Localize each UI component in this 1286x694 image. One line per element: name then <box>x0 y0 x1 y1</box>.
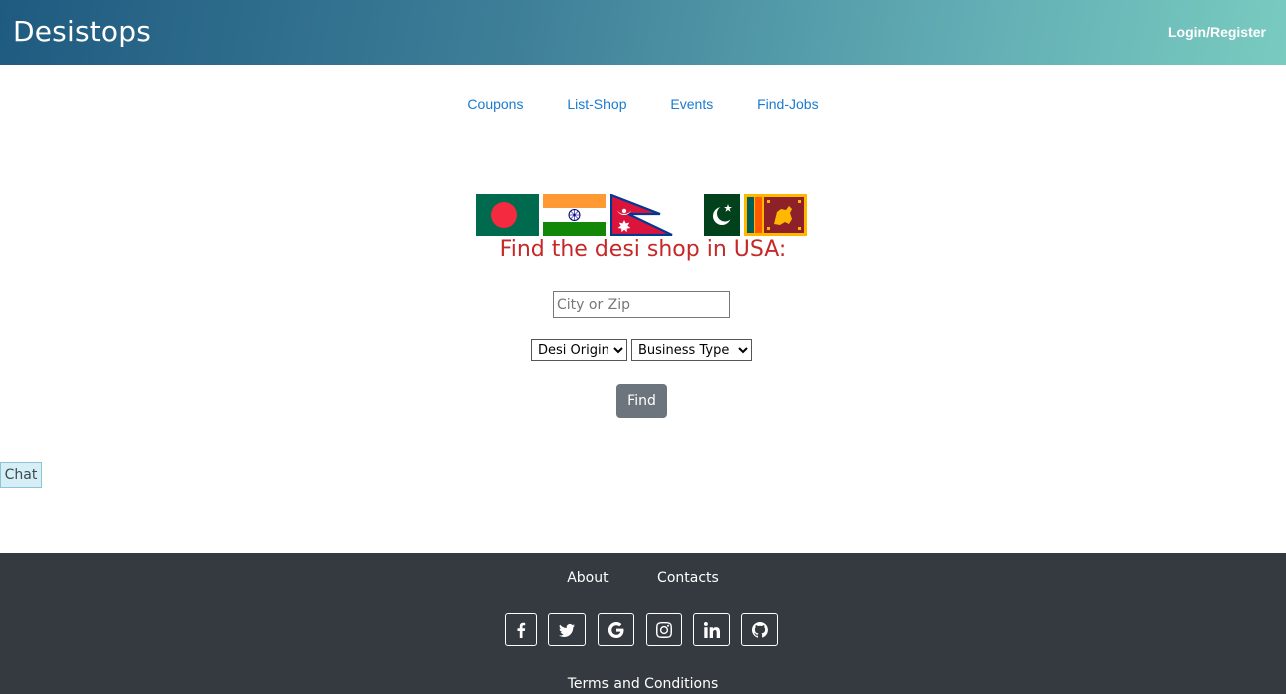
bangladesh-flag <box>476 194 539 236</box>
google-button[interactable] <box>598 613 634 646</box>
find-button[interactable]: Find <box>616 384 667 418</box>
instagram-button[interactable] <box>646 613 682 646</box>
nav-events[interactable]: Events <box>670 96 713 112</box>
google-icon <box>608 621 624 638</box>
nepal-flag <box>610 194 673 236</box>
login-register-link[interactable]: Login/Register <box>1168 24 1266 40</box>
facebook-button[interactable] <box>505 613 537 646</box>
github-icon <box>751 621 768 638</box>
top-header: Desistops Login/Register <box>0 0 1286 65</box>
nav-list-shop[interactable]: List-Shop <box>567 96 626 112</box>
chat-button[interactable]: Chat <box>0 462 42 488</box>
city-zip-input[interactable] <box>553 291 730 318</box>
footer-links: About Contacts <box>0 570 1286 586</box>
terms-link[interactable]: Terms and Conditions <box>0 676 1286 692</box>
instagram-icon <box>656 621 672 638</box>
linkedin-icon <box>703 621 720 638</box>
github-button[interactable] <box>741 613 778 646</box>
linkedin-button[interactable] <box>693 613 730 646</box>
desi-origin-select[interactable]: Desi Origin <box>531 339 627 361</box>
nav-find-jobs[interactable]: Find-Jobs <box>757 96 818 112</box>
pakistan-flag <box>692 194 740 236</box>
footer-contacts-link[interactable]: Contacts <box>657 570 719 586</box>
brand-logo[interactable]: Desistops <box>13 15 151 48</box>
sri-lanka-flag <box>744 194 807 236</box>
main-nav: Coupons List-Shop Events Find-Jobs <box>0 96 1286 112</box>
india-flag <box>543 194 606 236</box>
twitter-icon <box>559 623 575 637</box>
business-type-select[interactable]: Business Type <box>631 339 752 361</box>
search-headline: Find the desi shop in USA: <box>499 237 787 262</box>
twitter-button[interactable] <box>548 613 586 646</box>
footer: About Contacts Terms and Conditions <box>0 553 1286 694</box>
footer-about-link[interactable]: About <box>567 570 608 586</box>
nav-coupons[interactable]: Coupons <box>467 96 523 112</box>
facebook-icon <box>517 622 526 638</box>
